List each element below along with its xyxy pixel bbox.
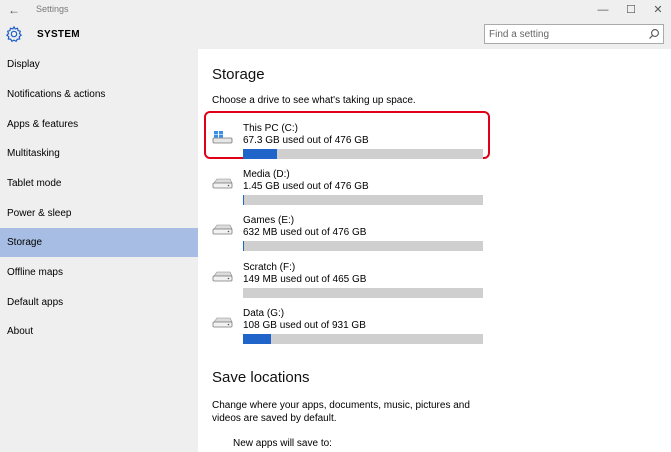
sidebar-item-offline-maps[interactable]: Offline maps: [0, 258, 198, 287]
sidebar-item-display[interactable]: Display: [0, 50, 198, 79]
drive-name: Scratch (F:): [243, 262, 296, 273]
sidebar-item-notifications[interactable]: Notifications & actions: [0, 80, 198, 109]
usage-bar: [243, 288, 483, 298]
usage-bar-fill: [243, 195, 244, 205]
search-box[interactable]: [484, 24, 664, 44]
usage-bar: [243, 195, 483, 205]
search-input[interactable]: [485, 25, 639, 43]
drive-name: Media (D:): [243, 169, 290, 180]
storage-panel: Storage Choose a drive to see what's tak…: [198, 49, 671, 452]
drive-usage: 108 GB used out of 931 GB: [243, 320, 366, 331]
sidebar-item-label: Multitasking: [7, 148, 60, 159]
sidebar-item-label: Apps & features: [7, 119, 79, 130]
sidebar-item-label: Power & sleep: [7, 208, 72, 219]
window-title: Settings: [36, 4, 69, 14]
usage-bar-fill: [243, 334, 271, 344]
sidebar-item-label: Notifications & actions: [7, 89, 106, 100]
hard-drive-icon: [212, 178, 233, 189]
storage-description: Choose a drive to see what's taking up s…: [212, 95, 416, 106]
save-locations-description: Change where your apps, documents, music…: [212, 400, 470, 424]
drive-name: This PC (C:): [243, 123, 298, 134]
sidebar-item-label: About: [7, 326, 34, 337]
windows-drive-icon: [212, 131, 233, 144]
sidebar-item-apps-features[interactable]: Apps & features: [0, 110, 198, 139]
back-arrow-icon[interactable]: ←: [8, 3, 20, 17]
search-icon[interactable]: [648, 28, 660, 40]
drive-name: Games (E:): [243, 215, 295, 226]
drive-item-d[interactable]: Media (D:) 1.45 GB used out of 476 GB: [212, 169, 484, 209]
drive-usage: 149 MB used out of 465 GB: [243, 274, 367, 285]
settings-header: SYSTEM: [0, 20, 671, 49]
drive-item-c[interactable]: This PC (C:) 67.3 GB used out of 476 GB: [212, 123, 484, 163]
maximize-button[interactable]: ☐: [620, 2, 642, 18]
sidebar-item-storage[interactable]: Storage: [0, 228, 198, 257]
title-bar: ← Settings — ☐ ✕: [0, 0, 671, 20]
usage-bar: [243, 334, 483, 344]
hard-drive-icon: [212, 317, 233, 328]
usage-bar-fill: [243, 149, 277, 159]
sidebar: Display Notifications & actions Apps & f…: [0, 49, 198, 452]
drive-item-e[interactable]: Games (E:) 632 MB used out of 476 GB: [212, 215, 484, 255]
sidebar-item-label: Storage: [7, 237, 43, 248]
hard-drive-icon: [212, 271, 233, 282]
sidebar-item-power-sleep[interactable]: Power & sleep: [0, 199, 198, 228]
drive-name: Data (G:): [243, 308, 285, 319]
sidebar-item-default-apps[interactable]: Default apps: [0, 288, 198, 317]
sidebar-item-label: Offline maps: [7, 267, 63, 278]
gear-icon: [5, 25, 23, 43]
drive-usage: 1.45 GB used out of 476 GB: [243, 181, 369, 192]
drive-item-g[interactable]: Data (G:) 108 GB used out of 931 GB: [212, 308, 484, 348]
sidebar-item-tablet-mode[interactable]: Tablet mode: [0, 169, 198, 198]
sidebar-item-label: Tablet mode: [7, 178, 62, 189]
sidebar-item-label: Display: [7, 59, 40, 70]
usage-bar: [243, 149, 483, 159]
sidebar-item-multitasking[interactable]: Multitasking: [0, 139, 198, 168]
drive-usage: 632 MB used out of 476 GB: [243, 227, 367, 238]
section-title: SYSTEM: [37, 29, 80, 40]
drive-item-f[interactable]: Scratch (F:) 149 MB used out of 465 GB: [212, 262, 484, 302]
save-locations-heading: Save locations: [212, 369, 310, 386]
sidebar-item-about[interactable]: About: [0, 317, 198, 346]
drive-usage: 67.3 GB used out of 476 GB: [243, 135, 369, 146]
minimize-button[interactable]: —: [592, 2, 614, 18]
new-apps-label: New apps will save to:: [233, 438, 332, 449]
close-button[interactable]: ✕: [647, 2, 669, 18]
sidebar-item-label: Default apps: [7, 297, 64, 308]
usage-bar: [243, 241, 483, 251]
hard-drive-icon: [212, 224, 233, 235]
page-title: Storage: [212, 66, 265, 83]
